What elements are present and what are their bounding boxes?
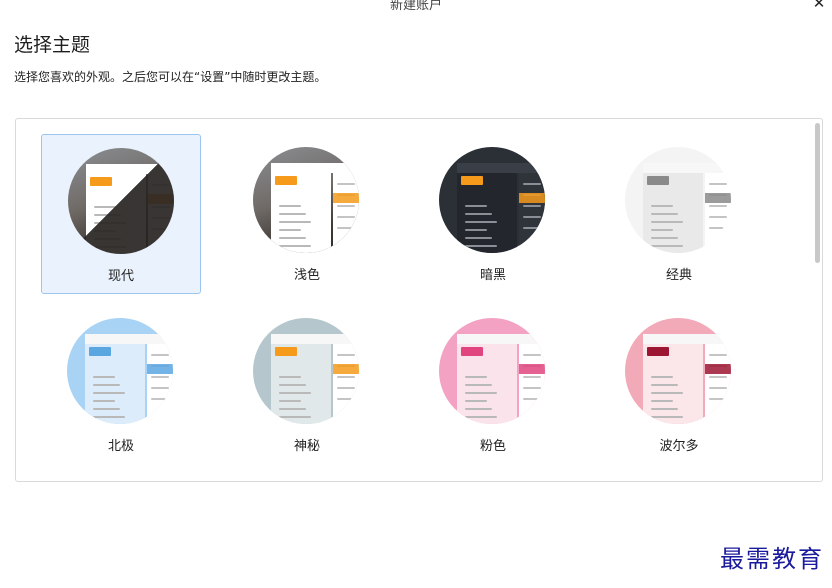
scrollbar[interactable] — [815, 123, 820, 263]
theme-preview-graphic — [439, 147, 545, 253]
theme-gallery: 现代 浅色 暗黑 经典 北极 神秘 粉色 波尔多 — [15, 118, 823, 482]
theme-label: 神秘 — [293, 439, 320, 454]
theme-preview-graphic — [68, 148, 174, 254]
theme-label: 暗黑 — [479, 268, 506, 283]
theme-preview-graphic — [625, 147, 731, 253]
theme-card-light[interactable]: 浅色 — [227, 134, 387, 294]
theme-label: 波尔多 — [659, 439, 699, 454]
title-bar: 新建账户 ✕ — [0, 0, 832, 14]
theme-label: 浅色 — [293, 268, 320, 283]
page-title: 选择主题 — [14, 34, 91, 56]
theme-card-bordeaux[interactable]: 波尔多 — [599, 305, 759, 465]
theme-preview-graphic — [253, 318, 359, 424]
theme-card-arctic[interactable]: 北极 — [41, 305, 201, 465]
theme-preview-graphic — [67, 318, 173, 424]
theme-preview-thumbnail — [625, 147, 731, 253]
theme-preview-graphic — [439, 318, 545, 424]
theme-preview-thumbnail — [439, 147, 545, 253]
theme-preview-graphic — [253, 147, 359, 253]
theme-preview-graphic — [625, 318, 731, 424]
theme-preview-thumbnail — [439, 318, 545, 424]
theme-card-classic[interactable]: 经典 — [599, 134, 759, 294]
theme-card-pink[interactable]: 粉色 — [413, 305, 573, 465]
window-title: 新建账户 — [389, 0, 442, 13]
close-icon[interactable]: ✕ — [810, 0, 828, 12]
theme-preview-thumbnail — [253, 147, 359, 253]
theme-label: 北极 — [107, 439, 134, 454]
theme-label: 粉色 — [479, 439, 506, 454]
theme-card-modern[interactable]: 现代 — [41, 134, 201, 294]
watermark-logo: 最需教育 — [720, 545, 824, 573]
page-subtitle: 选择您喜欢的外观。之后您可以在“设置”中随时更改主题。 — [14, 70, 327, 84]
theme-preview-thumbnail — [625, 318, 731, 424]
theme-preview-thumbnail — [67, 318, 173, 424]
theme-label: 现代 — [107, 269, 134, 284]
theme-card-dark[interactable]: 暗黑 — [413, 134, 573, 294]
theme-label: 经典 — [665, 268, 692, 283]
diagonal-split-overlay — [68, 148, 174, 254]
theme-card-mystic[interactable]: 神秘 — [227, 305, 387, 465]
theme-preview-thumbnail — [253, 318, 359, 424]
theme-preview-thumbnail — [68, 148, 174, 254]
